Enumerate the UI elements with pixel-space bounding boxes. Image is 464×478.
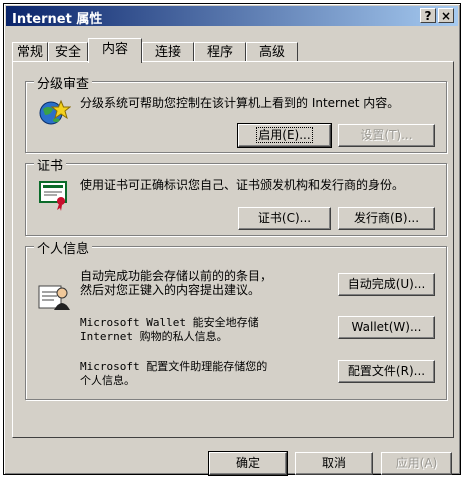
publishers-button[interactable]: 发行商(B)... [338,207,435,230]
tab-general[interactable]: 常规 [12,42,48,62]
content-advisor-globe-star-icon [39,99,71,125]
tab-programs[interactable]: 程序 [194,42,246,62]
tab-security[interactable]: 安全 [48,42,88,62]
certificate-icon [39,181,67,211]
profile-card-icon [38,285,70,310]
wallet-description-line1: Microsoft Wallet 能安全地存储 [80,316,259,329]
cancel-button[interactable]: 取消 [295,452,373,475]
content-advisor-description: 分级系统可帮助您控制在该计算机上看到的 Internet 内容。 [80,96,400,110]
help-button[interactable]: ? [420,8,436,23]
certificates-description: 使用证书可正确标识您自己、证书颁发机构和发行商的身份。 [80,178,405,192]
autocomplete-button[interactable]: 自动完成(U)... [338,273,435,296]
content-advisor-legend: 分级审查 [34,73,93,92]
internet-properties-dialog: Internet 属性 ? × 常规 安全 内容 连接 程序 高级 分级审查 分… [3,3,461,476]
profile-button[interactable]: 配置文件(R)... [338,360,435,383]
certificates-legend: 证书 [34,155,67,174]
certificates-button[interactable]: 证书(C)... [238,207,331,230]
apply-button[interactable]: 应用(A) [381,452,452,475]
certificates-group: 证书 使用证书可正确标识您自己、证书颁发机构和发行商的身份。 证书(C)... … [25,155,447,236]
profile-description-line2: 个人信息。 [80,374,135,387]
enable-button-label: 启用(E)... [256,127,313,143]
personal-info-legend: 个人信息 [34,238,93,257]
wallet-description-line2: Internet 购物的私人信息。 [80,330,228,343]
autocomplete-description-line1: 自动完成功能会存储以前的的条目， [80,269,273,283]
enable-button[interactable]: 启用(E)... [237,123,332,148]
settings-button[interactable]: 设置(T)... [338,124,435,147]
content-advisor-group: 分级审查 分级系统可帮助您控制在该计算机上看到的 Internet 内容。 启用… [25,73,447,153]
tab-advanced[interactable]: 高级 [246,42,298,62]
close-button[interactable]: × [438,8,454,23]
tab-connections[interactable]: 连接 [142,42,194,62]
ok-button[interactable]: 确定 [208,451,288,476]
wallet-button[interactable]: Wallet(W)... [338,316,435,339]
title-bar[interactable]: Internet 属性 ? × [6,6,458,27]
window-title: Internet 属性 [12,12,103,27]
profile-description-line1: Microsoft 配置文件助理能存储您的 [80,360,268,373]
personal-info-group: 个人信息 自动完成功能会存储以前的的条目， 然后对您正键入的内容提出建议。 自动… [25,238,447,400]
autocomplete-description-line2: 然后对您正键入的内容提出建议。 [80,283,261,297]
tab-content[interactable]: 内容 [88,38,142,63]
content-tab-panel: 分级审查 分级系统可帮助您控制在该计算机上看到的 Internet 内容。 启用… [12,61,454,438]
